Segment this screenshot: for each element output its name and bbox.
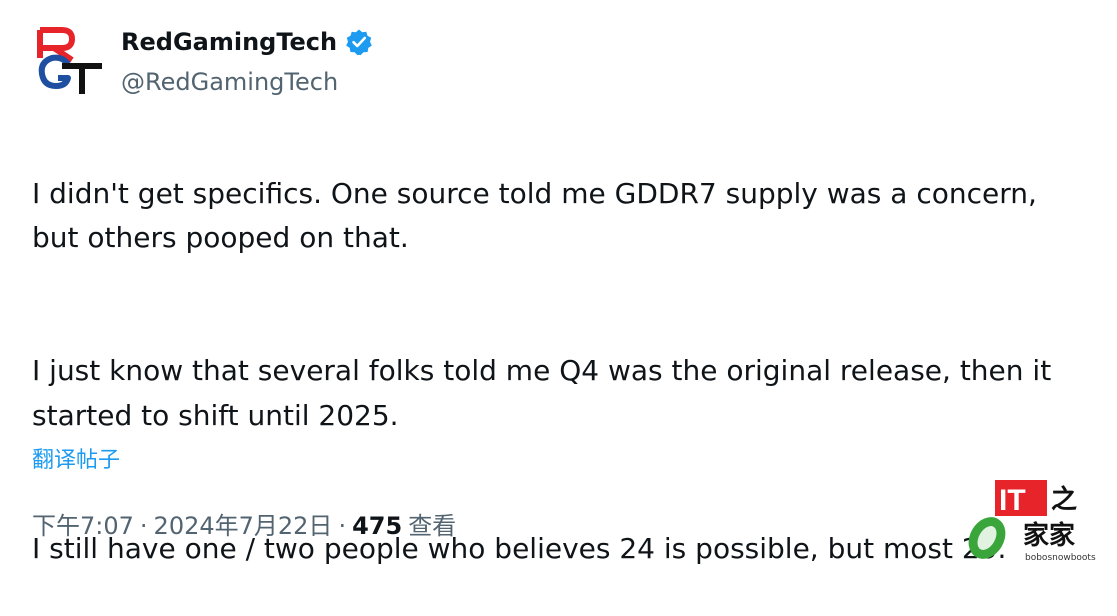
tweet-paragraph: I just know that several folks told me Q…	[32, 354, 1052, 432]
watermark-site-text: bobosnowboots	[1025, 553, 1096, 562]
views-count[interactable]: 475	[352, 508, 402, 544]
svg-text:家家: 家家	[1023, 520, 1075, 551]
tweet-meta: 下午7:07 · 2024年7月22日 · 475 查看	[32, 508, 456, 544]
tweet-time[interactable]: 下午7:07	[32, 508, 134, 544]
views-label: 查看	[408, 512, 457, 540]
site-watermark-logo: IT 之 家家 bobosnowboots	[965, 478, 1117, 563]
meta-separator: ·	[139, 512, 148, 540]
verified-badge-icon[interactable]	[345, 28, 373, 56]
svg-text:IT: IT	[999, 484, 1026, 517]
translate-post-link[interactable]: 翻译帖子	[32, 445, 120, 477]
author-avatar[interactable]	[32, 22, 108, 98]
author-handle[interactable]: @RedGamingTech	[121, 66, 338, 98]
author-display-name[interactable]: RedGamingTech	[121, 26, 337, 58]
meta-separator: ·	[338, 512, 347, 540]
tweet-paragraph: I didn't get specifics. One source told …	[32, 176, 1037, 255]
author-name-row: RedGamingTech	[121, 26, 373, 58]
svg-text:之: 之	[1051, 484, 1077, 515]
tweet-date[interactable]: 2024年7月22日	[154, 508, 333, 544]
